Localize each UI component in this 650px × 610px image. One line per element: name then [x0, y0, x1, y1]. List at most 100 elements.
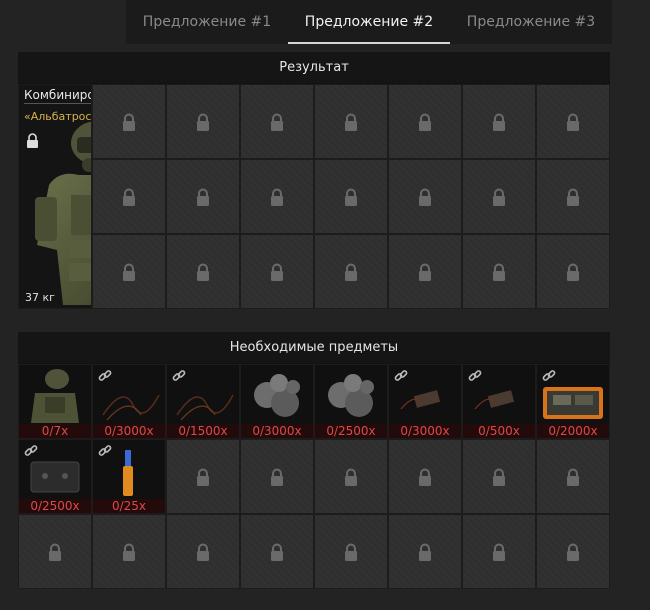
- lock-icon: [345, 188, 357, 206]
- required-item-qty: 0/3000x: [241, 424, 313, 438]
- required-item-slot[interactable]: 0/3000x: [240, 364, 314, 439]
- required-item-qty: 0/25x: [93, 499, 165, 513]
- tab-offer-1[interactable]: Предложение #1: [126, 0, 288, 44]
- required-grid: 0/7x 0/3000x 0/1500x 0/3000x 0/2500x 0/3000x 0…: [18, 363, 610, 589]
- empty-slot: [314, 439, 388, 514]
- required-item-slot[interactable]: 0/3000x: [92, 364, 166, 439]
- lock-icon: [49, 543, 61, 561]
- lock-icon: [197, 188, 209, 206]
- lock-icon: [123, 263, 135, 281]
- empty-slot: [240, 514, 314, 589]
- lock-icon: [567, 263, 579, 281]
- lock-icon: [271, 263, 283, 281]
- lock-icon: [345, 263, 357, 281]
- lock-icon: [419, 543, 431, 561]
- result-item-name: Комбинированные: [24, 88, 91, 104]
- empty-slot: [462, 514, 536, 589]
- link-icon: [394, 370, 408, 381]
- empty-slot: [536, 514, 610, 589]
- required-item-qty: 0/3000x: [93, 424, 165, 438]
- required-item-slot[interactable]: 0/7x: [18, 364, 92, 439]
- link-icon: [172, 370, 186, 381]
- lock-icon: [419, 468, 431, 486]
- lock-icon: [419, 188, 431, 206]
- empty-slot: [166, 439, 240, 514]
- lock-icon: [419, 263, 431, 281]
- required-item-qty: 0/1500x: [167, 424, 239, 438]
- empty-slot: [536, 234, 610, 309]
- empty-slot: [240, 84, 314, 159]
- lock-icon: [197, 113, 209, 131]
- lock-icon: [567, 468, 579, 486]
- required-item-qty: 0/2000x: [537, 424, 609, 438]
- ore-rocks-icon: [254, 374, 300, 417]
- empty-slot: [166, 234, 240, 309]
- result-grid: Комбинированные «Альбатрос-Штурмовик... …: [18, 83, 610, 309]
- empty-slot: [92, 514, 166, 589]
- result-item-weight: 37 кг: [25, 291, 55, 304]
- lock-icon: [123, 188, 135, 206]
- lock-icon: [27, 133, 38, 148]
- required-item-slot[interactable]: 0/25x: [92, 439, 166, 514]
- empty-slot: [240, 159, 314, 234]
- lock-icon: [567, 188, 579, 206]
- empty-slot: [92, 234, 166, 309]
- empty-slot: [462, 439, 536, 514]
- lock-icon: [567, 543, 579, 561]
- lock-icon: [493, 468, 505, 486]
- lock-icon: [345, 468, 357, 486]
- link-icon: [468, 370, 482, 381]
- empty-slot: [462, 159, 536, 234]
- lock-icon: [271, 113, 283, 131]
- result-item-subtitle: «Альбатрос-Штурмовик...: [24, 110, 92, 123]
- empty-slot: [166, 159, 240, 234]
- empty-slot: [18, 514, 92, 589]
- lock-icon: [419, 113, 431, 131]
- empty-slot: [240, 439, 314, 514]
- result-header: Результат: [18, 52, 610, 83]
- tab-offer-2[interactable]: Предложение #2: [288, 0, 450, 44]
- lock-icon: [271, 543, 283, 561]
- required-item-slot[interactable]: 0/500x: [462, 364, 536, 439]
- offer-tabs: Предложение #1 Предложение #2 Предложени…: [126, 0, 612, 44]
- required-item-qty: 0/3000x: [389, 424, 461, 438]
- required-item-slot[interactable]: 0/2500x: [314, 364, 388, 439]
- required-item-qty: 0/2500x: [19, 499, 91, 513]
- link-icon: [98, 445, 112, 456]
- lock-icon: [197, 263, 209, 281]
- link-icon: [542, 370, 556, 381]
- ore-rocks-icon: [328, 374, 374, 417]
- link-icon: [24, 445, 38, 456]
- empty-slot: [462, 84, 536, 159]
- empty-slot: [388, 439, 462, 514]
- empty-slot: [462, 234, 536, 309]
- empty-slot: [388, 84, 462, 159]
- tab-offer-3[interactable]: Предложение #3: [450, 0, 612, 44]
- empty-slot: [314, 514, 388, 589]
- lock-icon: [345, 113, 357, 131]
- required-header: Необходимые предметы: [18, 332, 610, 363]
- empty-slot: [166, 514, 240, 589]
- lock-icon: [493, 113, 505, 131]
- empty-slot: [388, 159, 462, 234]
- link-icon: [98, 370, 112, 381]
- required-panel: Необходимые предметы 0/7x 0/3000x 0/1500x 0…: [18, 332, 610, 589]
- result-panel: Результат Комбиниров: [18, 52, 610, 309]
- lock-icon: [493, 543, 505, 561]
- required-item-qty: 0/500x: [463, 424, 535, 438]
- empty-slot: [92, 159, 166, 234]
- result-item-card[interactable]: Комбинированные «Альбатрос-Штурмовик... …: [18, 84, 92, 309]
- required-item-slot[interactable]: 0/2500x: [18, 439, 92, 514]
- empty-slot: [388, 234, 462, 309]
- empty-slot: [536, 439, 610, 514]
- empty-slot: [314, 234, 388, 309]
- lock-icon: [345, 543, 357, 561]
- lock-icon: [493, 188, 505, 206]
- empty-slot: [314, 84, 388, 159]
- lock-icon: [123, 543, 135, 561]
- required-item-slot[interactable]: 0/3000x: [388, 364, 462, 439]
- required-item-slot[interactable]: 0/2000x: [536, 364, 610, 439]
- lock-icon: [197, 543, 209, 561]
- required-item-slot[interactable]: 0/1500x: [166, 364, 240, 439]
- required-item-qty: 0/7x: [19, 424, 91, 438]
